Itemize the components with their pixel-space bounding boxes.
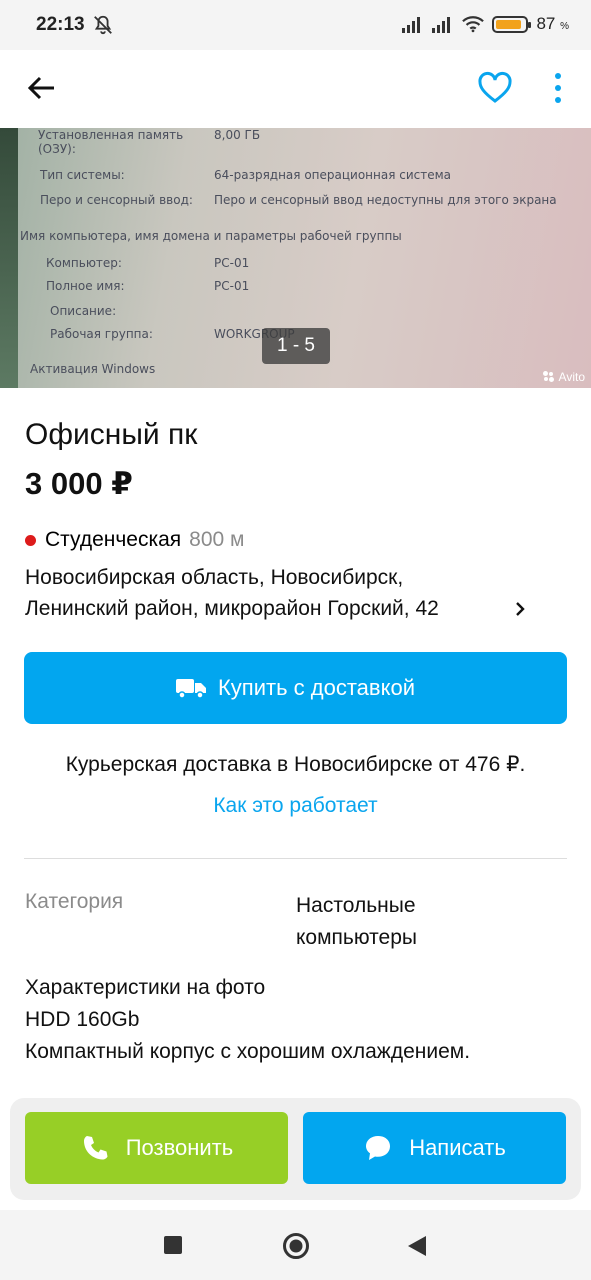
photo-text-value: 8,00 ГБ	[214, 128, 261, 142]
heart-icon[interactable]	[475, 68, 515, 108]
address-link[interactable]: Новосибирская область, Новосибирск, Лени…	[25, 562, 525, 624]
address-line: Новосибирская область, Новосибирск,	[25, 566, 404, 589]
description-line: Характеристики на фото	[25, 976, 266, 999]
photo-text-label: Установленная память	[38, 128, 184, 142]
description-line: HDD 160Gb	[25, 1008, 140, 1031]
address-line: Ленинский район, микрорайон Горский, 42	[25, 597, 439, 620]
square-icon[interactable]	[164, 1236, 182, 1254]
photo-text-value: Перо и сенсорный ввод недоступны для это…	[214, 193, 557, 207]
category-label: Категория	[25, 890, 124, 913]
photo-text-label: Активация Windows	[30, 362, 156, 376]
message-button[interactable]: Написать	[303, 1112, 566, 1184]
avito-logo-icon	[542, 371, 555, 383]
status-time: 22:13	[36, 14, 85, 35]
listing-title: Офисный пк	[25, 418, 198, 451]
metro-station-name: Студенческая	[45, 528, 182, 551]
call-button[interactable]: Позвонить	[25, 1112, 288, 1184]
chevron-right-icon[interactable]	[512, 599, 528, 619]
chat-bubble-icon	[366, 1136, 391, 1160]
photo-text-label: Описание:	[50, 304, 117, 318]
photo-text-label: Рабочая группа:	[50, 327, 153, 341]
metro-station: Студенческая 800 м	[25, 528, 244, 552]
photo-text-label: Компьютер:	[46, 256, 122, 270]
photo-text-label: (ОЗУ):	[38, 142, 76, 156]
listing-photo[interactable]: Установленная память 8,00 ГБ (ОЗУ): Тип сис…	[0, 128, 591, 388]
photo-counter: 1 - 5	[262, 328, 330, 364]
app-bar	[0, 50, 591, 128]
photo-text-value: PC-01	[214, 256, 250, 270]
battery-icon	[492, 15, 532, 33]
avito-watermark: Avito	[542, 370, 585, 384]
photo-text-label: Полное имя:	[46, 279, 125, 293]
truck-icon	[175, 679, 206, 699]
signal-icon	[402, 17, 421, 33]
more-vertical-icon[interactable]	[543, 68, 573, 108]
metro-line-dot	[25, 534, 36, 546]
phone-icon	[83, 1136, 108, 1160]
status-bar: 22:13 87 %	[0, 0, 591, 50]
contact-action-bar: Позвонить Написать	[10, 1098, 581, 1200]
buy-with-delivery-button[interactable]: Купить с доставкой	[24, 652, 567, 724]
how-it-works-link[interactable]: Как это работает	[0, 794, 591, 818]
dnd-off-icon	[94, 15, 112, 35]
wifi-icon	[462, 16, 485, 33]
photo-text-value: PC-01	[214, 279, 250, 293]
photo-text-label: Тип системы:	[40, 168, 125, 182]
photo-text-label: Перо и сенсорный ввод:	[40, 193, 193, 207]
delivery-info: Курьерская доставка в Новосибирске от 47…	[65, 753, 526, 776]
triangle-back-icon[interactable]	[406, 1234, 428, 1258]
arrow-left-icon[interactable]	[24, 70, 60, 106]
message-button-label: Написать	[409, 1135, 506, 1160]
listing-description: Характеристики на фото HDD 160Gb Компакт…	[25, 972, 575, 1068]
photo-text-value: 64-разрядная операционная система	[214, 168, 452, 182]
metro-distance: 800 м	[189, 528, 245, 551]
category-value: Настольные компьютеры	[296, 894, 417, 949]
call-button-label: Позвонить	[125, 1135, 234, 1160]
listing-price: 3 000 ₽	[25, 466, 133, 501]
buy-button-label: Купить с доставкой	[217, 675, 415, 700]
system-nav-bar	[0, 1210, 591, 1280]
circle-home-icon[interactable]	[282, 1232, 310, 1260]
divider	[24, 858, 567, 859]
battery-percent: 87 %	[536, 14, 569, 33]
signal-icon	[432, 17, 451, 33]
photo-text-label: Имя компьютера, имя домена и параметры р…	[20, 229, 402, 243]
description-line: Компактный корпус с хорошим охлаждением.	[25, 1040, 471, 1063]
